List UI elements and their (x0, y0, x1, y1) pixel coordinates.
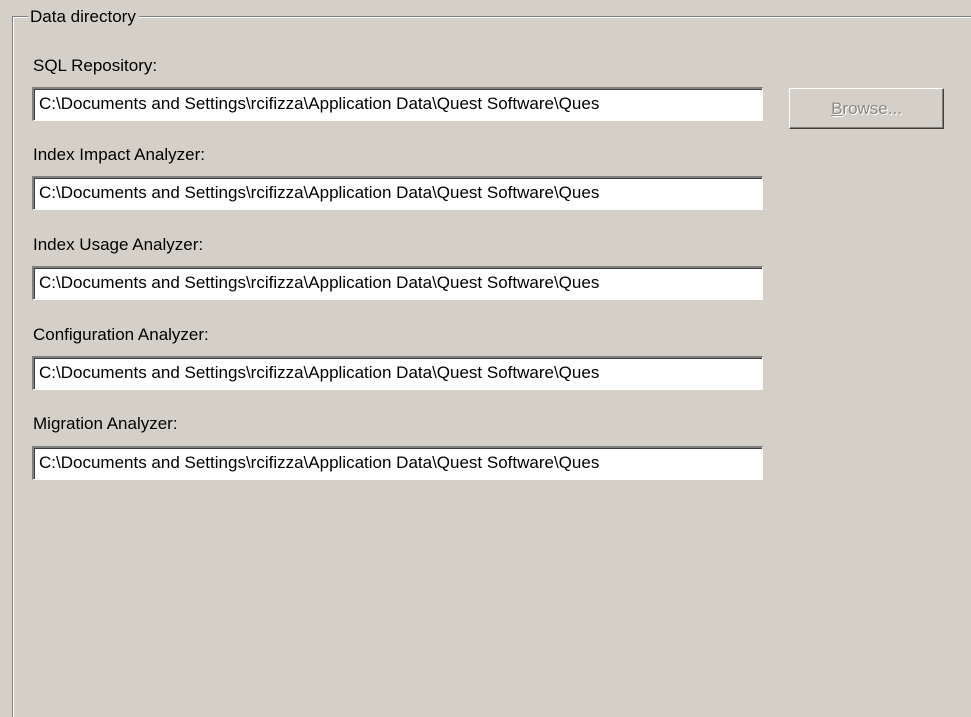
sql-repository-path-field[interactable]: C:\Documents and Settings\rcifizza\Appli… (32, 87, 763, 121)
index-impact-analyzer-path-field[interactable]: C:\Documents and Settings\rcifizza\Appli… (32, 176, 763, 210)
browse-button[interactable]: Browse... (789, 88, 944, 129)
configuration-analyzer-path-field[interactable]: C:\Documents and Settings\rcifizza\Appli… (32, 356, 763, 390)
browse-button-label: rowse... (842, 99, 902, 118)
index-usage-analyzer-path-field[interactable]: C:\Documents and Settings\rcifizza\Appli… (32, 266, 763, 300)
index-impact-analyzer-label: Index Impact Analyzer: (33, 145, 205, 164)
sql-repository-label: SQL Repository: (33, 56, 158, 75)
migration-analyzer-path-field[interactable]: C:\Documents and Settings\rcifizza\Appli… (32, 446, 763, 480)
migration-analyzer-label: Migration Analyzer: (33, 414, 178, 433)
index-usage-analyzer-label: Index Usage Analyzer: (33, 235, 204, 254)
groupbox-title: Data directory (28, 6, 139, 28)
configuration-analyzer-label: Configuration Analyzer: (33, 325, 209, 344)
browse-button-mnemonic: B (831, 99, 843, 118)
